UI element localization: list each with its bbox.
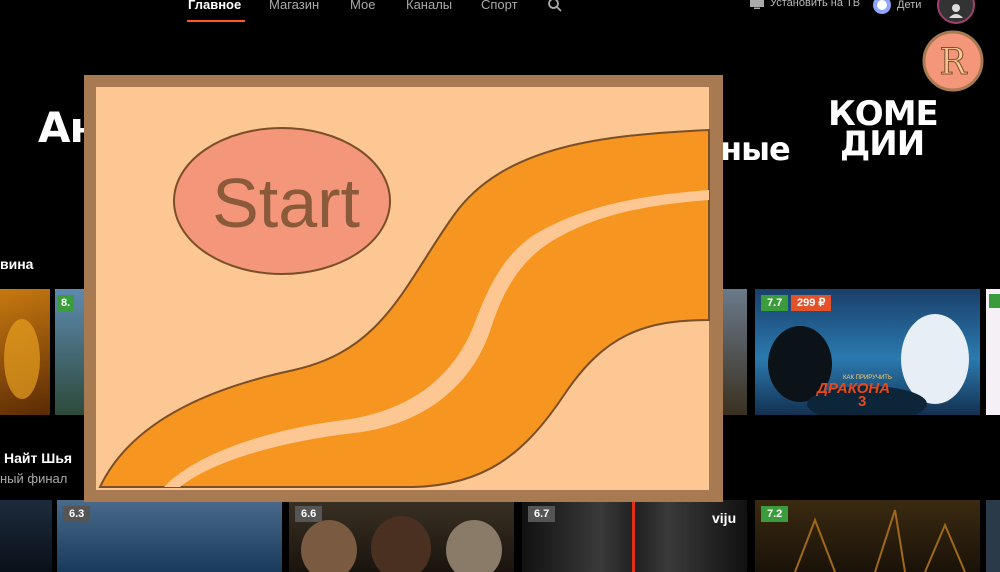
movie-card[interactable]: [0, 500, 52, 572]
card-art: [4, 319, 40, 399]
tab-my[interactable]: Мое: [350, 0, 375, 12]
game-overlay[interactable]: Start: [84, 75, 723, 502]
kids-avatar-icon: [873, 0, 891, 14]
start-label: Start: [212, 164, 360, 242]
card-art: [632, 500, 635, 572]
install-tv-link[interactable]: Установить на ТВ: [750, 0, 860, 9]
section-title-shyamalan[interactable]: Найт Шья: [4, 450, 72, 466]
search-icon[interactable]: [547, 0, 563, 13]
movie-card[interactable]: [0, 289, 50, 415]
movie-card[interactable]: 6.6: [289, 500, 514, 572]
card-title-number: 3: [858, 393, 867, 410]
movie-card[interactable]: [986, 500, 1000, 572]
rating-badge: 6.3: [63, 506, 91, 522]
active-tab-indicator: [187, 20, 245, 22]
top-nav: Главное Магазин Мое Каналы Спорт Установ…: [0, 0, 1000, 26]
r-badge-icon[interactable]: R: [922, 30, 984, 92]
user-icon: [949, 4, 963, 18]
tab-channels[interactable]: Каналы: [406, 0, 452, 12]
user-avatar[interactable]: [937, 0, 975, 24]
rating-badge: 7.2: [761, 506, 789, 522]
provider-logo: viju: [712, 510, 737, 526]
genre-partial[interactable]: ные: [720, 133, 791, 165]
section-subtitle: ный финал: [0, 471, 68, 486]
section-title-store[interactable]: вина: [0, 256, 33, 272]
movie-card[interactable]: [986, 289, 1000, 415]
tab-sport[interactable]: Спорт: [481, 0, 518, 12]
r-badge-letter: R: [939, 42, 967, 83]
genre-comedy-line2: ДИИ: [840, 124, 925, 164]
price-badge: 299 ₽: [791, 295, 832, 311]
movie-card[interactable]: 7.2: [755, 500, 980, 572]
rating-badge: 8.: [57, 295, 75, 311]
kids-link[interactable]: Дети: [873, 0, 921, 14]
card-art: [301, 516, 502, 572]
kids-label: Дети: [897, 0, 922, 11]
movie-card[interactable]: 6.7 viju: [522, 500, 747, 572]
install-tv-label: Установить на ТВ: [770, 0, 861, 9]
card-title: ДРАКОНА: [817, 380, 891, 397]
movie-card-dragon[interactable]: 7.7 299 ₽ КАК ПРИРУЧИТЬ ДРАКОНА 3: [755, 289, 980, 415]
movie-card[interactable]: 6.3: [57, 500, 282, 572]
movie-card[interactable]: [723, 289, 747, 415]
card-art: [794, 509, 966, 572]
rating-badge: 7.7: [761, 295, 789, 311]
rating-badge: [989, 294, 1000, 308]
rating-badge: 6.7: [528, 506, 556, 522]
tab-main[interactable]: Главное: [188, 0, 241, 12]
tab-store[interactable]: Магазин: [269, 0, 319, 12]
tv-icon: [750, 0, 764, 9]
rating-badge: 6.6: [295, 506, 323, 522]
